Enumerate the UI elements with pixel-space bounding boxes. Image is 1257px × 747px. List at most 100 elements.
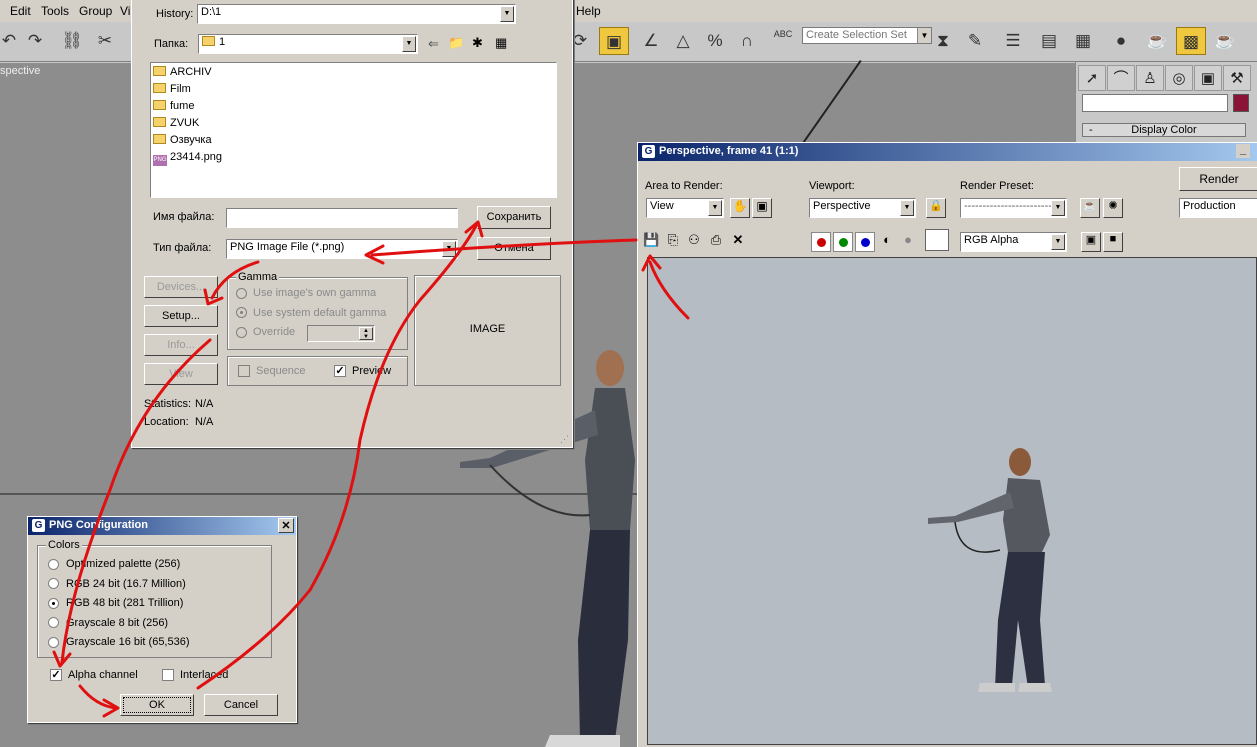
create-tab-icon[interactable]: ➚ (1078, 65, 1106, 91)
menu-help[interactable]: Help (576, 4, 601, 18)
rendered-frame-window-icon[interactable]: ▩ (1176, 27, 1206, 55)
gamma-system-radio[interactable] (236, 307, 247, 318)
motion-tab-icon[interactable]: ◎ (1165, 65, 1193, 91)
rgb24-radio[interactable] (48, 578, 59, 589)
material-editor-icon[interactable]: ● (1106, 27, 1136, 55)
preview-checkbox[interactable]: ✓ (334, 365, 346, 377)
menu-views[interactable]: Vi (120, 4, 130, 18)
align-icon[interactable]: ✎ (960, 27, 990, 55)
edit-region-icon[interactable]: ✋ (730, 198, 750, 218)
display-color-rollout[interactable]: - Display Color (1082, 123, 1246, 137)
setup-button[interactable]: Setup... (144, 305, 218, 327)
utilities-tab-icon[interactable]: ⚒ (1223, 65, 1251, 91)
filename-input[interactable] (226, 208, 458, 228)
gamma-override-spinner[interactable]: ▲ ▼ (307, 325, 375, 342)
render-setup-icon[interactable]: ☕ (1142, 27, 1172, 55)
sequence-checkbox[interactable] (238, 365, 250, 377)
new-folder-icon[interactable]: ✱ (472, 35, 483, 51)
grayscale16-radio[interactable] (48, 637, 59, 648)
auto-region-icon[interactable]: ▣ (752, 198, 772, 218)
schematic-view-icon[interactable]: ▦ (1068, 27, 1098, 55)
menu-edit[interactable]: Edit (10, 4, 31, 18)
resize-grip-icon[interactable]: ⋰ (560, 434, 569, 445)
object-color-swatch[interactable] (1233, 94, 1249, 112)
angle-snap-icon[interactable]: △ (668, 27, 698, 55)
mirror-icon[interactable]: ⧗ (928, 27, 958, 55)
print-image-icon[interactable]: ⎙ (708, 232, 724, 248)
gamma-own-radio[interactable] (236, 288, 247, 299)
grayscale8-radio[interactable] (48, 617, 59, 628)
clone-frame-window-icon[interactable]: ⚇ (686, 232, 702, 248)
devices-button[interactable]: Devices... (144, 276, 218, 298)
area-to-render-dropdown[interactable]: View ▼ (646, 198, 724, 218)
red-channel-icon[interactable] (811, 232, 831, 252)
viewport-dropdown[interactable]: Perspective ▼ (809, 198, 916, 218)
alpha-channel-icon[interactable]: ◐ (879, 232, 895, 248)
file-list-item[interactable]: Film (153, 81, 191, 97)
folder-dropdown[interactable]: 1 ▼ (198, 34, 418, 54)
redo-icon[interactable]: ↷ (20, 27, 50, 55)
file-list-item[interactable]: Озвучка (153, 132, 212, 148)
filetype-dropdown[interactable]: PNG Image File (*.png) ▼ (226, 239, 458, 259)
png-cancel-button[interactable]: Cancel (204, 694, 278, 716)
back-arrow-icon[interactable]: ⇐ (428, 36, 439, 52)
display-tab-icon[interactable]: ▣ (1194, 65, 1222, 91)
display-channel-dropdown[interactable]: RGB Alpha ▼ (960, 232, 1067, 252)
file-list-item[interactable]: ZVUK (153, 115, 199, 131)
object-name-input[interactable] (1082, 94, 1228, 112)
blue-channel-icon[interactable] (855, 232, 875, 252)
environment-effects-icon[interactable]: ✺ (1103, 198, 1123, 218)
named-selection-icon[interactable]: ABC (768, 27, 798, 55)
optimized-palette-radio[interactable] (48, 559, 59, 570)
select-and-manipulate-icon[interactable]: ▣ (599, 27, 629, 55)
history-dropdown[interactable]: D:\1 ▼ (197, 4, 516, 24)
snap-toggle-icon[interactable]: ∠ (636, 27, 666, 55)
save-image-icon[interactable]: 💾 (643, 232, 659, 248)
view-menu-icon[interactable]: ▦ (495, 35, 507, 51)
file-list-item[interactable]: fume (153, 98, 194, 114)
unlink-icon[interactable]: ✂ (90, 27, 120, 55)
viewport-label[interactable]: spective (0, 65, 40, 77)
render-frame-title-bar[interactable]: G Perspective, frame 41 (1:1) _ (638, 143, 1257, 161)
selection-set-dropdown[interactable]: Create Selection Set ▼ (802, 27, 932, 44)
green-channel-icon[interactable] (833, 232, 853, 252)
save-button[interactable]: Сохранить (477, 206, 551, 229)
minimize-icon[interactable]: _ (1236, 144, 1250, 158)
toggle-ui-icon[interactable]: ■ (1103, 232, 1123, 252)
cancel-button[interactable]: Отмена (477, 237, 551, 260)
file-list-item[interactable]: ARCHIV (153, 64, 212, 80)
percent-snap-icon[interactable]: % (700, 27, 730, 55)
swatch-color-box[interactable] (925, 229, 949, 251)
layer-manager-icon[interactable]: ☰ (998, 27, 1028, 55)
rgb48-radio[interactable] (48, 598, 59, 609)
render-frame-title: Perspective, frame 41 (1:1) (659, 145, 799, 157)
view-button[interactable]: View (144, 363, 218, 385)
copy-image-icon[interactable]: ⎘ (665, 232, 681, 248)
modify-tab-icon[interactable]: ⌒ (1107, 65, 1135, 91)
interlaced-checkbox[interactable] (162, 669, 174, 681)
render-button[interactable]: Render (1179, 167, 1257, 191)
production-dropdown[interactable]: Production (1179, 198, 1257, 218)
menu-group[interactable]: Group (79, 4, 112, 18)
quick-render-icon[interactable]: ☕ (1210, 27, 1240, 55)
clear-icon[interactable]: ✕ (730, 232, 746, 248)
render-setup-small-icon[interactable]: ☕ (1080, 198, 1100, 218)
alpha-channel-checkbox[interactable]: ✓ (50, 669, 62, 681)
file-list[interactable]: ARCHIV Film fume ZVUK Озвучка PNG 23414.p… (150, 62, 557, 198)
close-icon[interactable]: ✕ (278, 518, 294, 533)
monochrome-icon[interactable]: ● (900, 232, 916, 248)
ok-button[interactable]: OK (120, 694, 194, 716)
up-folder-icon[interactable]: 📁 (448, 35, 464, 51)
render-preset-dropdown[interactable]: ------------------------- ▼ (960, 198, 1067, 218)
toggle-ui-overlay-icon[interactable]: ▣ (1081, 232, 1101, 252)
select-link-icon[interactable]: ⛓ (57, 27, 87, 55)
info-button[interactable]: Info... (144, 334, 218, 356)
spinner-snap-icon[interactable]: ∩ (732, 27, 762, 55)
lock-icon[interactable]: 🔒 (926, 198, 946, 218)
file-list-item[interactable]: PNG 23414.png (153, 149, 222, 166)
menu-tools[interactable]: Tools (41, 4, 69, 18)
curve-editor-icon[interactable]: ▤ (1034, 27, 1064, 55)
gamma-override-radio[interactable] (236, 327, 247, 338)
hierarchy-tab-icon[interactable]: ♙ (1136, 65, 1164, 91)
png-config-title-bar[interactable]: G PNG Configuration ✕ (28, 517, 296, 535)
